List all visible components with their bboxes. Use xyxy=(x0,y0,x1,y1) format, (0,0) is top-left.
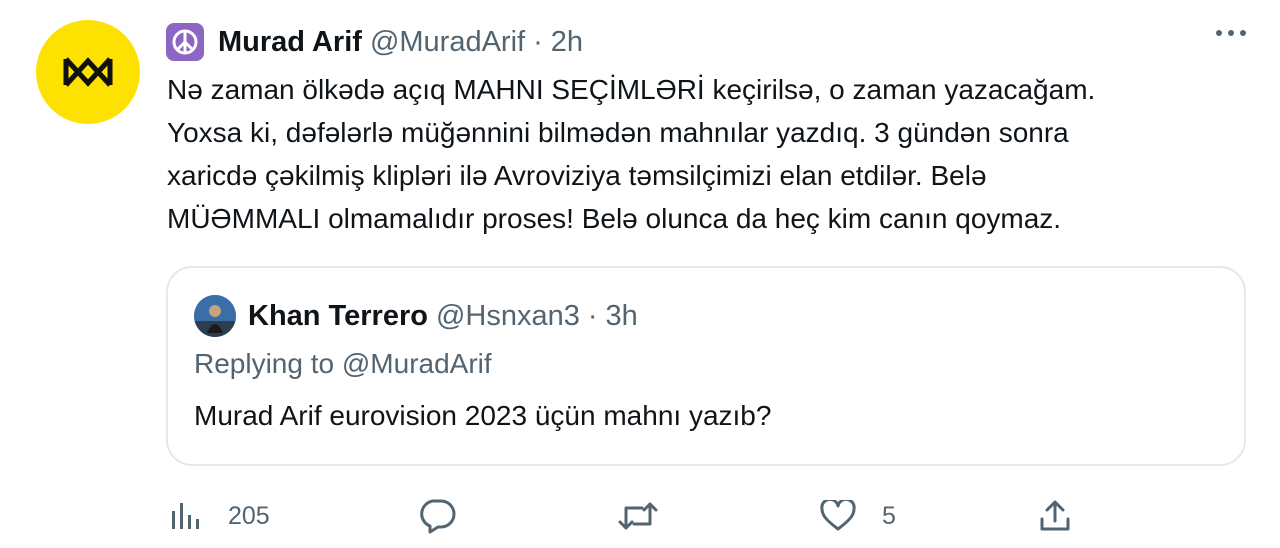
peace-sign-icon xyxy=(166,23,204,61)
separator-dot: · xyxy=(587,299,598,332)
retweet-icon xyxy=(618,502,658,530)
tweet-body-line: Yoxsa ki, dəfələrlə müğənnini bilmədən m… xyxy=(167,117,1069,148)
quoted-tweet-header: Khan Terrero @Hsnxan3 · 3h xyxy=(194,294,638,338)
reply-icon xyxy=(420,499,456,534)
heart-icon xyxy=(820,500,856,531)
quoted-author-name[interactable]: Khan Terrero xyxy=(248,300,428,333)
tweet-body-line: Nə zaman ölkədə açıq MAHNI SEÇİMLƏRİ keç… xyxy=(167,74,1096,105)
tweet-timestamp[interactable]: 2h xyxy=(551,26,583,59)
share-icon xyxy=(1040,500,1070,531)
reply-button[interactable] xyxy=(418,496,456,536)
tweet-body-line: MÜƏMMALI olmamalıdır proses! Belə olunca… xyxy=(167,203,1062,234)
quoted-tweet-timestamp[interactable]: 3h xyxy=(606,300,638,333)
author-handle[interactable]: @MuradArif xyxy=(370,26,525,59)
replying-to-mention[interactable]: @MuradArif xyxy=(342,348,492,379)
retweet-button[interactable] xyxy=(618,496,658,536)
quoted-tweet[interactable]: Khan Terrero @Hsnxan3 · 3h Replying to @… xyxy=(166,266,1246,466)
separator-dot: · xyxy=(533,25,543,58)
tweet[interactable]: Murad Arif @MuradArif · 2h Nə zaman ölkə… xyxy=(0,0,1280,548)
views-button[interactable]: 205 xyxy=(170,496,270,536)
tweet-body-line: xaricdə çəkilmiş klipləri ilə Avroviziya… xyxy=(167,160,987,191)
views-icon xyxy=(172,503,199,529)
like-button[interactable]: 5 xyxy=(820,496,896,536)
share-button[interactable] xyxy=(1038,496,1072,536)
tweet-body: Nə zaman ölkədə açıq MAHNI SEÇİMLƏRİ keç… xyxy=(167,68,1237,240)
likes-count: 5 xyxy=(882,501,896,530)
replying-to: Replying to @MuradArif xyxy=(194,348,492,380)
author-avatar[interactable] xyxy=(36,20,140,124)
tweet-header: Murad Arif @MuradArif · 2h xyxy=(166,22,583,62)
author-name[interactable]: Murad Arif xyxy=(218,26,362,59)
replying-to-label: Replying to xyxy=(194,348,335,379)
more-icon[interactable] xyxy=(1216,30,1246,36)
views-count: 205 xyxy=(228,501,270,530)
quoted-tweet-text: Murad Arif eurovision 2023 üçün mahnı ya… xyxy=(194,400,772,431)
quoted-author-handle[interactable]: @Hsnxan3 xyxy=(436,300,580,333)
crown-logo-icon xyxy=(63,57,113,87)
quoted-author-avatar[interactable] xyxy=(194,295,236,337)
